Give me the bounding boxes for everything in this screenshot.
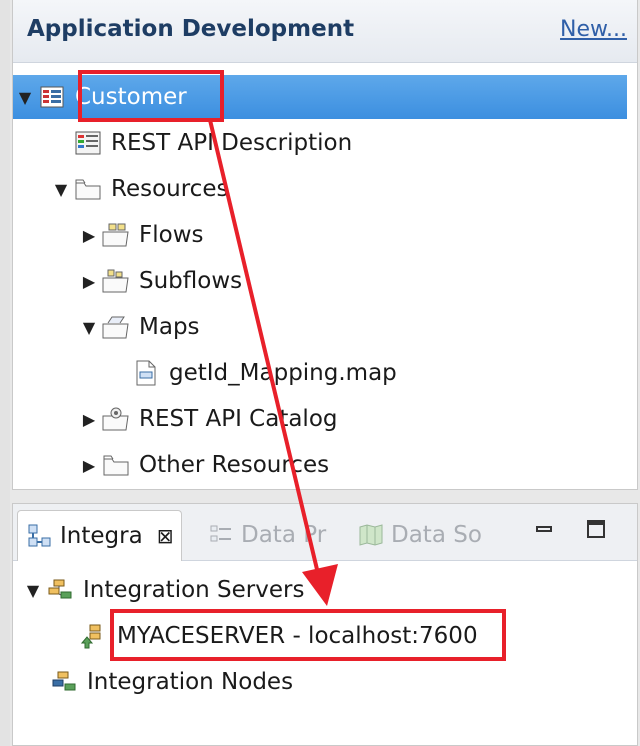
annotation-arrow: [208, 119, 338, 606]
